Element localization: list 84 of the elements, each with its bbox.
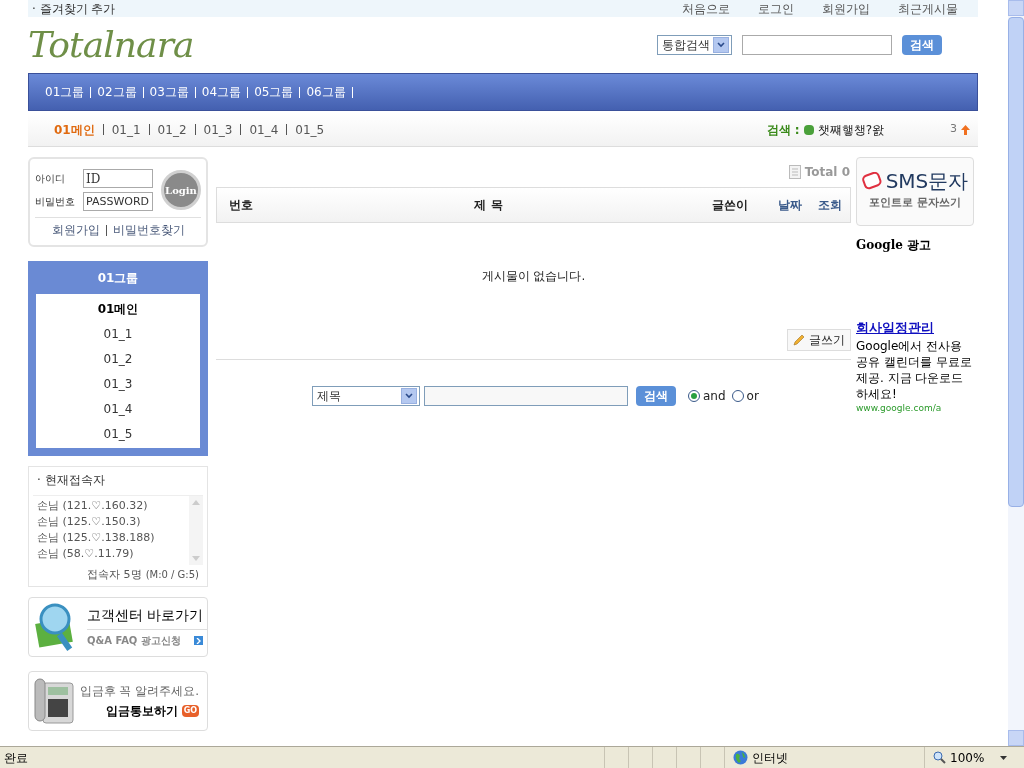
id-field[interactable]: ID — [83, 169, 153, 188]
bullet-icon — [803, 124, 814, 135]
main-nav-link[interactable]: 04그룹 — [195, 83, 248, 101]
write-button[interactable]: 글쓰기 — [787, 329, 851, 351]
empty-message: 게시물이 없습니다. — [481, 268, 586, 285]
group-menu-title: 01그룹 — [96, 269, 140, 287]
site-logo[interactable]: Totalnara — [28, 27, 194, 63]
group-menu-item[interactable]: 01_2 — [36, 346, 200, 371]
globe-icon — [733, 750, 748, 765]
deposit-notice-text: 입금후 꼭 알려주세요. — [79, 682, 199, 700]
deposit-banner[interactable]: 입금후 꼭 알려주세요. 입금통보하기 GO — [28, 670, 208, 731]
add-bookmark-link[interactable]: · 즐겨찾기 추가 — [32, 0, 116, 18]
visitor-count: 접속자 5명 — [87, 567, 142, 583]
sms-subtitle: 포인트로 문자쓰기 — [869, 195, 961, 212]
go-badge: GO — [181, 704, 199, 717]
ad-url[interactable]: www.google.com/a — [856, 401, 974, 415]
sub-nav-link[interactable]: 01_1 — [103, 120, 149, 139]
ad-title-link[interactable]: 회사일정관리 — [856, 318, 974, 338]
main-nav-link[interactable]: 05그룹 — [248, 83, 300, 101]
up-arrow-icon — [961, 124, 970, 135]
ad-text: Google에서 전사용 공유 캘린더를 무료로 제공. 지금 다운로드 하세요! — [856, 337, 973, 402]
zoom-level[interactable]: 100% — [950, 748, 985, 767]
password-field[interactable]: PASSWORD — [83, 192, 153, 211]
support-title: 고객센터 바로가기 — [87, 605, 207, 630]
password-label: 비밀번호 — [35, 195, 76, 209]
scroll-down-arrow-icon[interactable] — [192, 556, 200, 561]
visitors-title: · 현재접속자 — [36, 472, 106, 489]
visitor-entry: 손님 (125.♡.138.188) — [37, 530, 156, 546]
status-text: 완료 — [3, 749, 29, 767]
board-search-field[interactable] — [424, 386, 628, 406]
main-nav-link[interactable]: 01그룹 — [39, 83, 91, 101]
support-subtitle: Q&A FAQ 광고신청 — [87, 634, 181, 648]
search-scope-dropdown[interactable]: 통합검색 — [657, 35, 732, 55]
column-header: 번호 — [228, 197, 254, 214]
column-header: 제 목 — [473, 197, 504, 214]
login-link[interactable]: 회원가입 — [51, 221, 100, 239]
sub-nav-link[interactable]: 01_2 — [149, 120, 195, 139]
top-link[interactable]: 최근게시물 — [898, 0, 958, 18]
total-count: Total 0 — [804, 164, 850, 181]
id-label: 아이디 — [35, 172, 66, 186]
search-field[interactable] — [742, 35, 892, 55]
column-header[interactable]: 날짜 — [770, 196, 810, 214]
main-nav-link[interactable]: 06그룹 — [300, 83, 352, 101]
main-nav-link[interactable]: 02그룹 — [91, 83, 143, 101]
column-header: 글쓴이 — [711, 197, 749, 214]
top-link[interactable]: 처음으로 — [682, 0, 730, 18]
security-zone: 인터넷 — [752, 749, 788, 767]
support-banner[interactable]: 고객센터 바로가기 Q&A FAQ 광고신청 — [28, 596, 208, 657]
popular-search-label: 검색 : — [766, 121, 800, 139]
page-scrollbar[interactable] — [1008, 0, 1024, 746]
telephone-icon — [33, 676, 77, 725]
group-menu-item[interactable]: 01_5 — [36, 421, 200, 446]
group-menu-item[interactable]: 01_1 — [36, 321, 200, 346]
rank-number: 3 — [950, 121, 957, 138]
deposit-title: 입금통보하기 — [105, 702, 178, 720]
dropdown-caret-icon[interactable] — [1000, 755, 1008, 760]
visitor-entry: 손님 (58.♡.11.79) — [37, 546, 135, 562]
google-ads-label: Google 광고 — [856, 237, 933, 254]
search-option-radio[interactable]: and — [688, 387, 726, 405]
sub-nav-link[interactable]: 01_5 — [287, 120, 333, 139]
sub-nav-link[interactable]: 01_4 — [241, 120, 287, 139]
column-header[interactable]: 조회 — [810, 196, 850, 214]
visitor-breakdown: (M:0 / G:5) — [145, 568, 199, 582]
group-menu-item[interactable]: 01_4 — [36, 396, 200, 421]
search-option-radio[interactable]: or — [731, 387, 759, 405]
visitor-entry: 손님 (121.♡.160.32) — [37, 498, 149, 514]
scrollbar[interactable] — [189, 496, 203, 565]
zoom-icon — [933, 751, 946, 764]
group-menu-item[interactable]: 01_3 — [36, 371, 200, 396]
sms-title: SMS문자 — [885, 171, 969, 192]
group-menu-item[interactable]: 01메인 — [36, 296, 200, 321]
document-icon — [788, 165, 801, 179]
arrow-icon — [194, 636, 203, 645]
login-link[interactable]: 비밀번호찾기 — [112, 221, 185, 239]
scroll-up-arrow-icon[interactable] — [192, 500, 200, 505]
pencil-icon — [793, 334, 805, 346]
top-link[interactable]: 회원가입 — [822, 0, 870, 18]
sms-banner[interactable]: SMS문자 포인트로 문자쓰기 — [856, 157, 974, 226]
visitor-entry: 손님 (125.♡.150.3) — [37, 514, 142, 530]
search-field-dropdown[interactable]: 제목 — [312, 386, 420, 406]
top-link[interactable]: 로그인 — [758, 0, 794, 18]
main-nav-link[interactable]: 03그룹 — [143, 83, 195, 101]
sub-nav-link[interactable]: 01_3 — [195, 120, 241, 139]
popular-search-term[interactable]: 챗쨰햏챙?왌 — [817, 120, 884, 139]
